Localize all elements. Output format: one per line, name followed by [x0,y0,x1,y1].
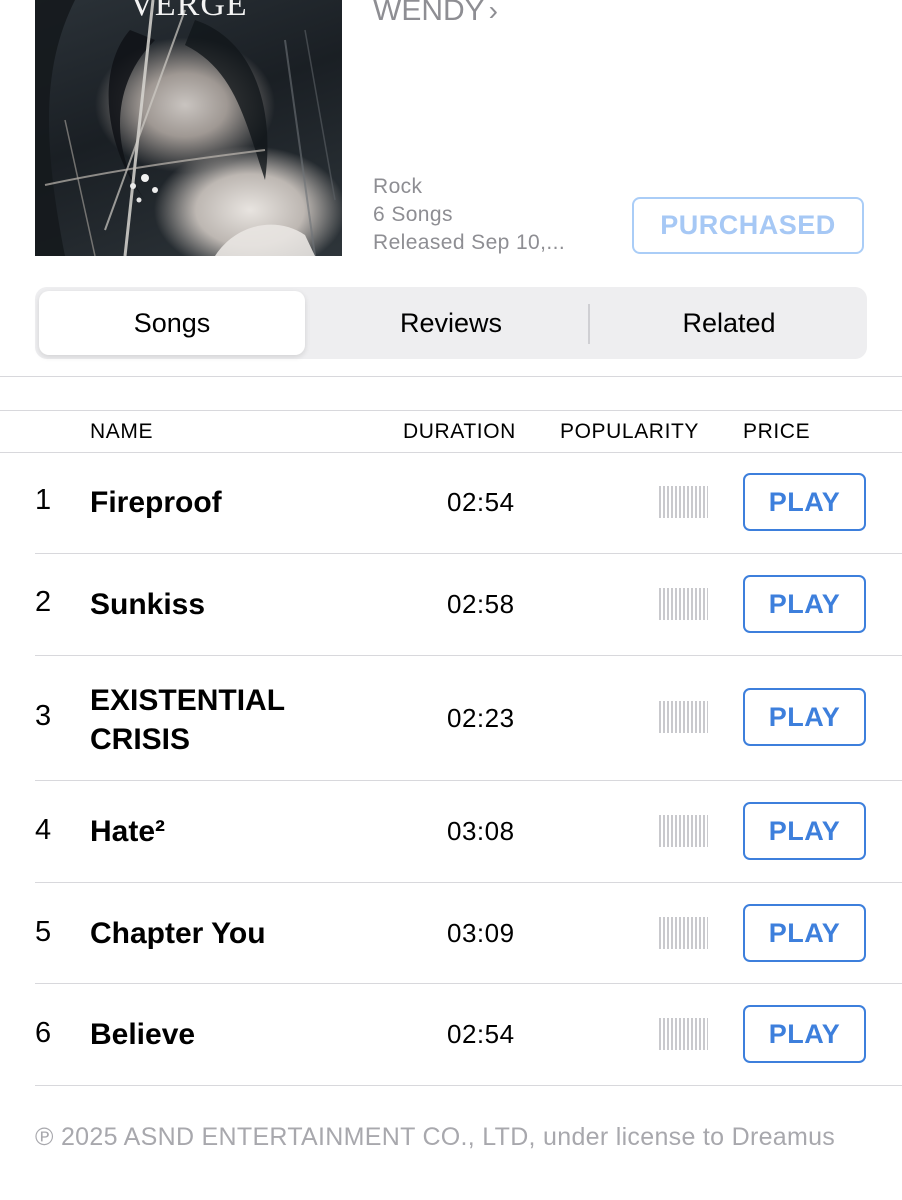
tab-related[interactable]: Related [596,291,862,355]
album-genre: Rock [373,175,423,198]
column-header-duration: DURATION [403,420,516,443]
popularity-bar [659,917,708,949]
track-duration: 03:08 [447,816,515,846]
column-header-name: NAME [90,420,154,443]
track-duration: 02:54 [447,1019,515,1049]
play-button[interactable]: PLAY [743,904,866,962]
artwork-illustration [35,0,336,256]
popularity-bar [659,486,708,518]
tab-songs[interactable]: Songs [39,291,305,355]
purchased-button[interactable]: PURCHASED [632,197,864,254]
track-duration: 02:54 [447,487,515,517]
track-name: Sunkiss [90,588,206,621]
track-name: Fireproof [90,486,222,519]
track-number: 4 [35,814,52,846]
track-number: 6 [35,1017,52,1049]
divider [0,452,902,453]
track-name: EXISTENTIAL CRISIS [90,684,285,756]
track-duration: 02:23 [447,703,515,733]
track-name: Believe [90,1018,196,1051]
play-button[interactable]: PLAY [743,802,866,860]
track-name: Hate² [90,815,166,848]
tab-divider [588,304,590,344]
column-header-price: PRICE [743,420,811,443]
album-release-date: Released Sep 10,... [373,231,566,254]
track-duration: 03:09 [447,918,515,948]
play-button[interactable]: PLAY [743,473,866,531]
popularity-bar [659,588,708,620]
track-number: 2 [35,586,52,618]
row-divider [35,655,902,656]
row-divider [35,780,902,781]
tab-reviews[interactable]: Reviews [318,291,584,355]
tab-bar: Songs Reviews Related [35,287,867,359]
artwork-title: VERGE [129,0,248,23]
divider [0,376,902,377]
popularity-bar [659,815,708,847]
track-number: 5 [35,916,52,948]
row-divider [35,553,902,554]
row-divider [35,882,902,883]
copyright-notice: ℗ 2025 ASND ENTERTAINMENT CO., LTD, unde… [35,1123,836,1151]
divider [0,410,902,411]
column-header-popularity: POPULARITY [560,420,700,443]
track-number: 3 [35,700,52,732]
play-button[interactable]: PLAY [743,575,866,633]
track-name: Chapter You [90,917,266,950]
track-duration: 02:58 [447,589,515,619]
play-button[interactable]: PLAY [743,688,866,746]
popularity-bar [659,701,708,733]
popularity-bar [659,1018,708,1050]
row-divider [35,1085,902,1086]
album-artwork: VERGE [35,0,342,256]
track-number: 1 [35,484,52,516]
chevron-right-icon: › [488,0,498,26]
row-divider [35,983,902,984]
album-song-count: 6 Songs [373,203,453,226]
play-button[interactable]: PLAY [743,1005,866,1063]
artist-name: WENDY [373,0,485,27]
artist-link[interactable]: WENDY › [373,0,498,28]
